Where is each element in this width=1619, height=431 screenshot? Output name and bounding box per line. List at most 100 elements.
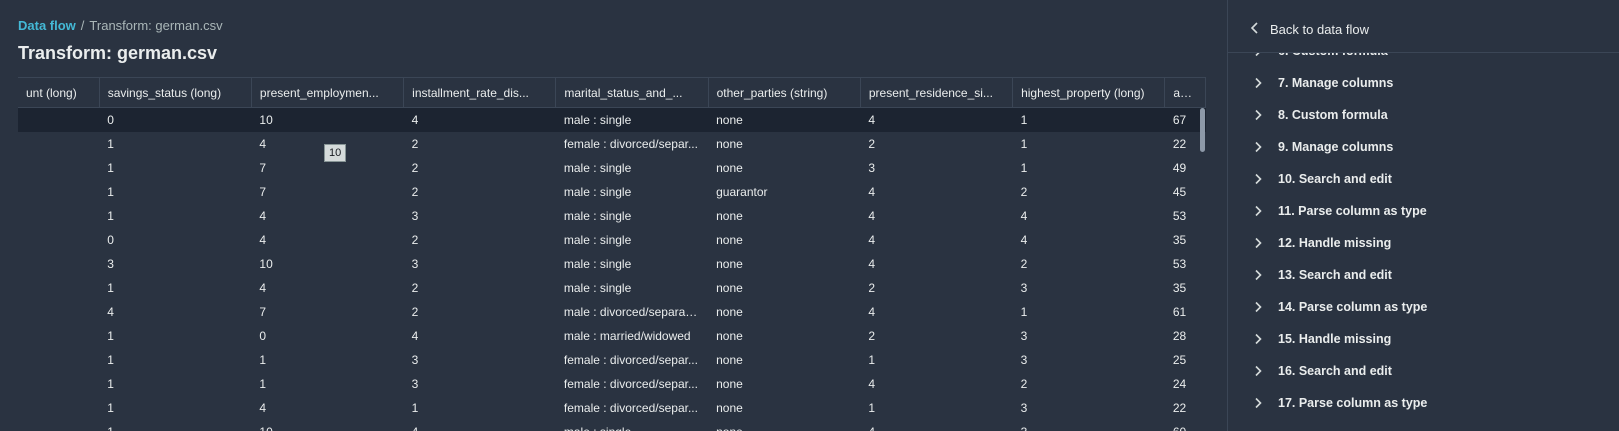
table-cell[interactable]: 1 <box>99 276 251 300</box>
table-cell[interactable]: 4 <box>1013 228 1165 252</box>
table-cell[interactable]: 1 <box>99 396 251 420</box>
column-header[interactable]: age_i <box>1164 77 1206 108</box>
table-cell[interactable]: 1 <box>1012 107 1165 132</box>
table-cell[interactable]: 3 <box>1013 348 1165 372</box>
column-header[interactable]: installment_rate_dis... <box>403 77 557 108</box>
table-cell[interactable] <box>18 324 99 348</box>
table-cell[interactable]: 24 <box>1165 372 1206 396</box>
table-cell[interactable]: 3 <box>404 204 556 228</box>
table-row[interactable]: 1 4 2 male : single none 2 3 35 <box>18 276 1206 300</box>
table-row[interactable]: 1 1 3 female : divorced/separ... none 1 3 25 <box>18 348 1206 372</box>
table-row[interactable]: 0 4 2 male : single none 4 4 35 <box>18 228 1206 252</box>
table-row[interactable]: 1104male : singlenone4360 <box>18 420 1206 431</box>
table-cell[interactable]: male : divorced/separated <box>556 300 708 324</box>
column-header[interactable]: highest_property (long) <box>1012 77 1166 108</box>
table-row[interactable]: 1 4 2 female : divorced/separ... none 2 1 22 <box>18 132 1206 156</box>
table-cell[interactable]: 2 <box>404 180 556 204</box>
table-cell[interactable] <box>18 348 99 372</box>
table-cell[interactable]: 2 <box>860 324 1012 348</box>
column-header[interactable]: marital_status_and_... <box>555 77 709 108</box>
table-cell[interactable]: none <box>708 420 860 431</box>
transform-step-item[interactable]: 12. Handle missing <box>1228 227 1619 259</box>
table-cell[interactable]: 1 <box>99 372 251 396</box>
table-cell[interactable]: none <box>708 348 860 372</box>
table-cell[interactable]: 3 <box>404 348 556 372</box>
vertical-scrollbar-thumb[interactable] <box>1200 108 1205 152</box>
table-cell[interactable]: 4 <box>251 228 403 252</box>
table-cell[interactable]: 1 <box>1013 132 1165 156</box>
table-cell[interactable]: none <box>708 372 860 396</box>
table-cell[interactable]: 2 <box>404 300 556 324</box>
table-row[interactable]: 1 4 1 female : divorced/separ... none 1 3 22 <box>18 396 1206 420</box>
table-cell[interactable]: 3 <box>404 372 556 396</box>
table-cell[interactable]: 4 <box>860 252 1012 276</box>
table-cell[interactable]: 4 <box>404 420 556 431</box>
table-cell[interactable]: 1 <box>99 132 251 156</box>
transform-step-item[interactable]: 6. Custom formula <box>1228 53 1619 67</box>
table-cell[interactable]: 3 <box>860 156 1012 180</box>
table-cell[interactable]: 3 <box>1013 276 1165 300</box>
table-cell[interactable]: none <box>708 132 860 156</box>
table-cell[interactable]: 60 <box>1165 420 1206 431</box>
table-cell[interactable]: 3 <box>1013 420 1165 431</box>
table-cell[interactable]: 1 <box>99 204 251 228</box>
table-cell[interactable]: 4 <box>860 228 1012 252</box>
table-cell[interactable]: 1 <box>860 348 1012 372</box>
table-cell[interactable] <box>18 252 99 276</box>
table-cell[interactable]: 7 <box>251 180 403 204</box>
table-cell[interactable]: 53 <box>1165 252 1206 276</box>
transform-step-item[interactable]: 9. Manage columns <box>1228 131 1619 163</box>
transform-step-item[interactable]: 10. Search and edit <box>1228 163 1619 195</box>
transform-step-item[interactable]: 16. Search and edit <box>1228 355 1619 387</box>
table-cell[interactable]: male : single <box>556 252 708 276</box>
table-row[interactable]: 3 10 3 male : single none 4 2 53 <box>18 252 1206 276</box>
table-cell[interactable]: none <box>708 156 860 180</box>
table-cell[interactable]: 3 <box>1013 396 1165 420</box>
table-cell[interactable]: 35 <box>1165 276 1206 300</box>
table-row[interactable]: 0 10 4 male : single none 4 1 67 <box>18 107 1206 132</box>
table-cell[interactable]: 1 <box>99 180 251 204</box>
table-cell[interactable]: 4 <box>860 420 1012 431</box>
table-row[interactable]: 4 7 2 male : divorced/separated none 4 1 61 <box>18 300 1206 324</box>
table-cell[interactable]: none <box>708 228 860 252</box>
table-cell[interactable]: 3 <box>99 252 251 276</box>
table-cell[interactable]: 10 <box>251 107 404 132</box>
table-cell[interactable]: 4 <box>1013 204 1165 228</box>
table-cell[interactable]: none <box>708 324 860 348</box>
table-cell[interactable] <box>18 204 99 228</box>
breadcrumb-data-flow-link[interactable]: Data flow <box>18 18 76 33</box>
table-cell[interactable]: 1 <box>860 396 1012 420</box>
transform-step-item[interactable]: 17. Parse column as type <box>1228 387 1619 419</box>
transform-step-item[interactable]: 13. Search and edit <box>1228 259 1619 291</box>
table-cell[interactable]: none <box>708 396 860 420</box>
table-cell[interactable]: male : single <box>556 204 708 228</box>
table-cell[interactable]: female : divorced/separ... <box>556 348 708 372</box>
transform-step-item[interactable]: 7. Manage columns <box>1228 67 1619 99</box>
table-cell[interactable]: 4 <box>251 396 403 420</box>
table-cell[interactable] <box>18 180 99 204</box>
table-cell[interactable]: 1 <box>404 396 556 420</box>
table-cell[interactable]: 2 <box>860 276 1012 300</box>
table-cell[interactable]: guarantor <box>708 180 860 204</box>
table-cell[interactable]: 2 <box>1013 180 1165 204</box>
table-cell[interactable]: 10 <box>251 252 403 276</box>
table-cell[interactable]: 2 <box>1013 372 1165 396</box>
table-cell[interactable]: 2 <box>404 156 556 180</box>
table-row[interactable]: 1 0 4 male : married/widowed none 2 3 28 <box>18 324 1206 348</box>
column-header[interactable]: other_parties (string) <box>708 77 861 108</box>
table-cell[interactable] <box>18 420 99 431</box>
table-cell[interactable] <box>18 300 99 324</box>
transform-step-item[interactable]: 11. Parse column as type <box>1228 195 1619 227</box>
table-cell[interactable]: female : divorced/separ... <box>556 396 708 420</box>
table-cell[interactable]: 1 <box>99 156 251 180</box>
table-cell[interactable]: 3 <box>1013 324 1165 348</box>
transform-step-item[interactable]: 8. Custom formula <box>1228 99 1619 131</box>
table-cell[interactable]: 22 <box>1165 396 1206 420</box>
table-row[interactable]: 1 4 3 male : single none 4 4 53 <box>18 204 1206 228</box>
table-cell[interactable]: 4 <box>251 276 403 300</box>
table-cell[interactable]: 2 <box>404 276 556 300</box>
table-cell[interactable]: 1 <box>1013 300 1165 324</box>
table-cell[interactable]: male : single <box>556 420 708 431</box>
transform-step-item[interactable]: 15. Handle missing <box>1228 323 1619 355</box>
table-cell[interactable] <box>18 107 100 132</box>
